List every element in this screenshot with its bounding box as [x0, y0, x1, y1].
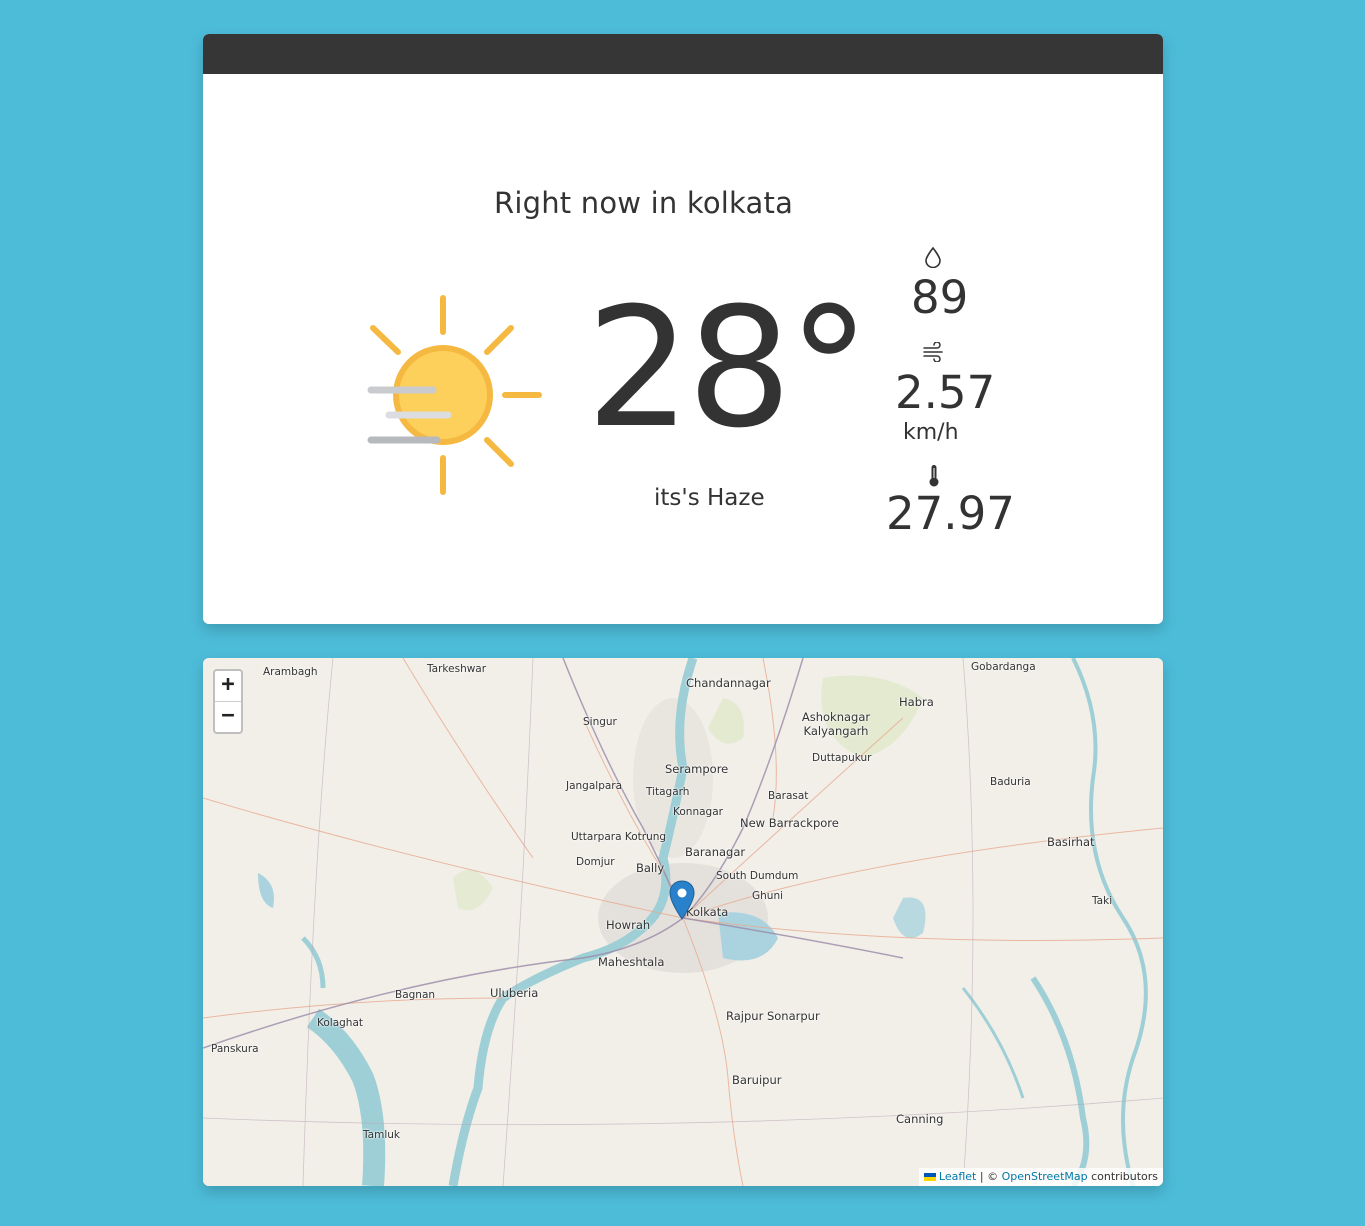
map-label: Habra: [899, 695, 934, 709]
map-tiles[interactable]: [203, 658, 1163, 1186]
map-label: Bally: [636, 861, 665, 875]
map-label: Duttapukur: [812, 752, 872, 764]
map-label: Tarkeshwar: [427, 663, 487, 675]
zoom-out-button[interactable]: −: [215, 701, 241, 732]
zoom-in-button[interactable]: +: [215, 671, 241, 701]
attribution-separator: | ©: [976, 1170, 1002, 1183]
zoom-control: + −: [213, 669, 243, 734]
map-label: Jangalpara: [566, 780, 623, 792]
map-label: Serampore: [665, 762, 729, 776]
map-label: Singur: [583, 716, 617, 728]
map-label: Titagarh: [646, 786, 690, 798]
weather-card: Right now in kolkata 28° its's Haze 89 2…: [203, 34, 1163, 624]
map-label: Tamluk: [363, 1129, 400, 1141]
map-label: Konnagar: [673, 806, 723, 818]
wind-unit: km/h: [903, 420, 959, 445]
humidity-value: 89: [911, 271, 969, 324]
wind-icon: [923, 342, 943, 362]
map-label: Gobardanga: [971, 661, 1036, 673]
temperature-value: 28°: [586, 272, 870, 464]
map-label: Howrah: [606, 918, 651, 932]
map-card[interactable]: + − Arambagh Tarkeshwar Chandannagar Gob…: [203, 658, 1163, 1186]
map-label: Uttarpara Kotrung: [571, 831, 667, 843]
map-label: Domjur: [576, 856, 615, 868]
map-label: Taki: [1092, 895, 1113, 907]
map-label: Baruipur: [732, 1073, 782, 1087]
map-label: Arambagh: [263, 666, 318, 678]
map-label: Chandannagar: [686, 676, 771, 690]
location-title: Right now in kolkata: [494, 186, 794, 220]
map-label: South Dumdum: [716, 870, 799, 882]
map-label: Maheshtala: [598, 955, 665, 969]
map-label: Canning: [896, 1112, 944, 1126]
ukraine-flag-icon: [923, 1173, 936, 1181]
wind-speed-value: 2.57: [895, 366, 996, 419]
osm-link[interactable]: OpenStreetMap: [1002, 1170, 1088, 1183]
map-label: Bagnan: [395, 989, 436, 1001]
map-label: New Barrackpore: [740, 816, 839, 830]
feels-like-value: 27.97: [886, 487, 1015, 540]
thermometer-icon: [929, 465, 939, 487]
map-label: Kolaghat: [317, 1017, 364, 1029]
map-label: Barasat: [768, 790, 809, 802]
map-label: Baduria: [990, 776, 1031, 788]
weather-description: its's Haze: [654, 485, 765, 511]
map-label: Baranagar: [685, 845, 746, 859]
map-label: Rajpur Sonarpur: [726, 1009, 820, 1023]
leaflet-link[interactable]: Leaflet: [939, 1170, 976, 1183]
droplet-icon: [925, 246, 941, 268]
location-marker-icon[interactable]: [669, 880, 695, 920]
map-label: Basirhat: [1047, 835, 1095, 849]
map-label: Panskura: [211, 1043, 259, 1055]
sun-haze-icon: [367, 295, 542, 495]
map-label: Ghuni: [752, 890, 784, 902]
attribution-suffix: contributors: [1087, 1170, 1158, 1183]
map-label: Uluberia: [490, 986, 539, 1000]
card-header-bar: [203, 34, 1163, 74]
map-label: Ashoknagar Kalyangarh: [801, 710, 871, 738]
map-attribution: Leaflet | © OpenStreetMap contributors: [918, 1168, 1163, 1186]
